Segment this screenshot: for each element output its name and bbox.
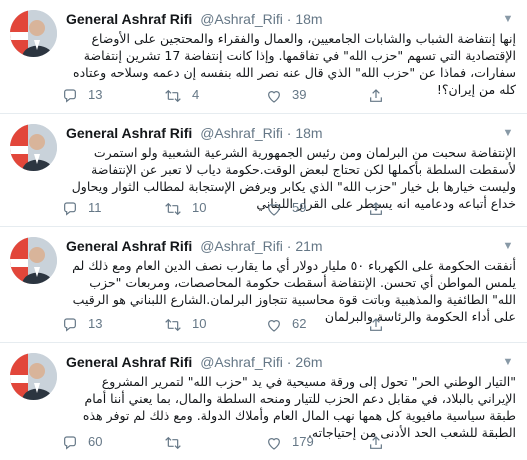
like-button[interactable]: 59 bbox=[266, 198, 306, 218]
author-handle[interactable]: @Ashraf_Rifi bbox=[200, 125, 283, 141]
reply-count: 13 bbox=[88, 316, 103, 331]
retweet-icon bbox=[165, 89, 181, 102]
tweet-header: General Ashraf Rifi @Ashraf_Rifi · 26m ▼ bbox=[66, 353, 517, 371]
like-button[interactable]: 39 bbox=[266, 85, 306, 105]
like-icon bbox=[268, 319, 280, 332]
separator-dot: · bbox=[286, 238, 292, 254]
tweet-card[interactable]: General Ashraf Rifi @Ashraf_Rifi · 21m ▼… bbox=[0, 227, 527, 343]
timestamp[interactable]: 21m bbox=[295, 238, 322, 254]
avatar[interactable] bbox=[10, 353, 57, 400]
avatar[interactable] bbox=[10, 124, 57, 171]
separator-dot: · bbox=[286, 125, 292, 141]
retweet-count: 10 bbox=[192, 316, 207, 331]
like-icon bbox=[268, 90, 280, 103]
share-icon bbox=[370, 88, 382, 102]
author-handle[interactable]: @Ashraf_Rifi bbox=[200, 11, 283, 27]
timestamp[interactable]: 18m bbox=[295, 11, 322, 27]
timestamp[interactable]: 26m bbox=[295, 354, 322, 370]
share-button[interactable] bbox=[368, 314, 394, 334]
like-button[interactable]: 179 bbox=[266, 432, 314, 452]
chevron-down-icon[interactable]: ▼ bbox=[499, 10, 517, 28]
share-icon bbox=[370, 201, 382, 215]
author-name[interactable]: General Ashraf Rifi bbox=[66, 238, 192, 254]
tweet-card[interactable]: General Ashraf Rifi @Ashraf_Rifi · 18m ▼… bbox=[0, 114, 527, 227]
retweet-count: 4 bbox=[192, 87, 200, 102]
tweet-actions: 13 10 62 bbox=[62, 314, 462, 334]
reply-count: 11 bbox=[88, 200, 102, 215]
avatar[interactable] bbox=[10, 237, 57, 284]
reply-icon bbox=[64, 317, 76, 332]
like-count: 62 bbox=[292, 316, 307, 331]
like-count: 179 bbox=[292, 434, 314, 449]
reply-button[interactable]: 60 bbox=[62, 432, 102, 452]
retweet-icon bbox=[165, 202, 181, 215]
retweet-icon bbox=[165, 318, 181, 331]
tweet-card[interactable]: General Ashraf Rifi @Ashraf_Rifi · 26m ▼… bbox=[0, 343, 527, 460]
reply-icon bbox=[64, 201, 76, 216]
tweet-actions: 13 4 39 bbox=[62, 85, 462, 105]
reply-button[interactable]: 11 bbox=[62, 198, 102, 218]
timestamp[interactable]: 18m bbox=[295, 125, 322, 141]
share-button[interactable] bbox=[368, 432, 394, 452]
tweet-header: General Ashraf Rifi @Ashraf_Rifi · 18m ▼ bbox=[66, 124, 517, 142]
like-count: 39 bbox=[292, 87, 307, 102]
avatar[interactable] bbox=[10, 10, 57, 57]
author-name[interactable]: General Ashraf Rifi bbox=[66, 11, 192, 27]
author-handle[interactable]: @Ashraf_Rifi bbox=[200, 354, 283, 370]
reply-count: 60 bbox=[88, 434, 103, 449]
tweet-actions: 11 10 59 bbox=[62, 198, 462, 218]
like-icon bbox=[268, 437, 280, 450]
like-count: 59 bbox=[292, 200, 307, 215]
like-icon bbox=[268, 203, 280, 216]
chevron-down-icon[interactable]: ▼ bbox=[499, 124, 517, 142]
reply-icon bbox=[64, 435, 76, 450]
tweet-feed: General Ashraf Rifi @Ashraf_Rifi · 18m ▼… bbox=[0, 0, 527, 460]
like-button[interactable]: 62 bbox=[266, 314, 306, 334]
separator-dot: · bbox=[286, 354, 292, 370]
author-name[interactable]: General Ashraf Rifi bbox=[66, 354, 192, 370]
author-name[interactable]: General Ashraf Rifi bbox=[66, 125, 192, 141]
reply-count: 13 bbox=[88, 87, 103, 102]
author-handle[interactable]: @Ashraf_Rifi bbox=[200, 238, 283, 254]
retweet-button[interactable] bbox=[164, 432, 192, 452]
retweet-button[interactable]: 4 bbox=[164, 85, 199, 105]
retweet-button[interactable]: 10 bbox=[164, 198, 206, 218]
chevron-down-icon[interactable]: ▼ bbox=[499, 237, 517, 255]
retweet-count: 10 bbox=[192, 200, 207, 215]
tweet-text: "التيار الوطني الحر" تحول إلى ورقة مسيحي… bbox=[82, 374, 516, 440]
tweet-header: General Ashraf Rifi @Ashraf_Rifi · 21m ▼ bbox=[66, 237, 517, 255]
reply-icon bbox=[64, 88, 76, 103]
share-button[interactable] bbox=[368, 198, 394, 218]
reply-button[interactable]: 13 bbox=[62, 85, 102, 105]
share-icon bbox=[370, 317, 382, 331]
separator-dot: · bbox=[286, 11, 292, 27]
tweet-header: General Ashraf Rifi @Ashraf_Rifi · 18m ▼ bbox=[66, 10, 517, 28]
share-button[interactable] bbox=[368, 85, 394, 105]
share-icon bbox=[370, 435, 382, 449]
retweet-icon bbox=[165, 436, 181, 449]
reply-button[interactable]: 13 bbox=[62, 314, 102, 334]
tweet-actions: 60 179 bbox=[62, 432, 462, 452]
tweet-card[interactable]: General Ashraf Rifi @Ashraf_Rifi · 18m ▼… bbox=[0, 0, 527, 114]
retweet-button[interactable]: 10 bbox=[164, 314, 206, 334]
chevron-down-icon[interactable]: ▼ bbox=[499, 353, 517, 371]
